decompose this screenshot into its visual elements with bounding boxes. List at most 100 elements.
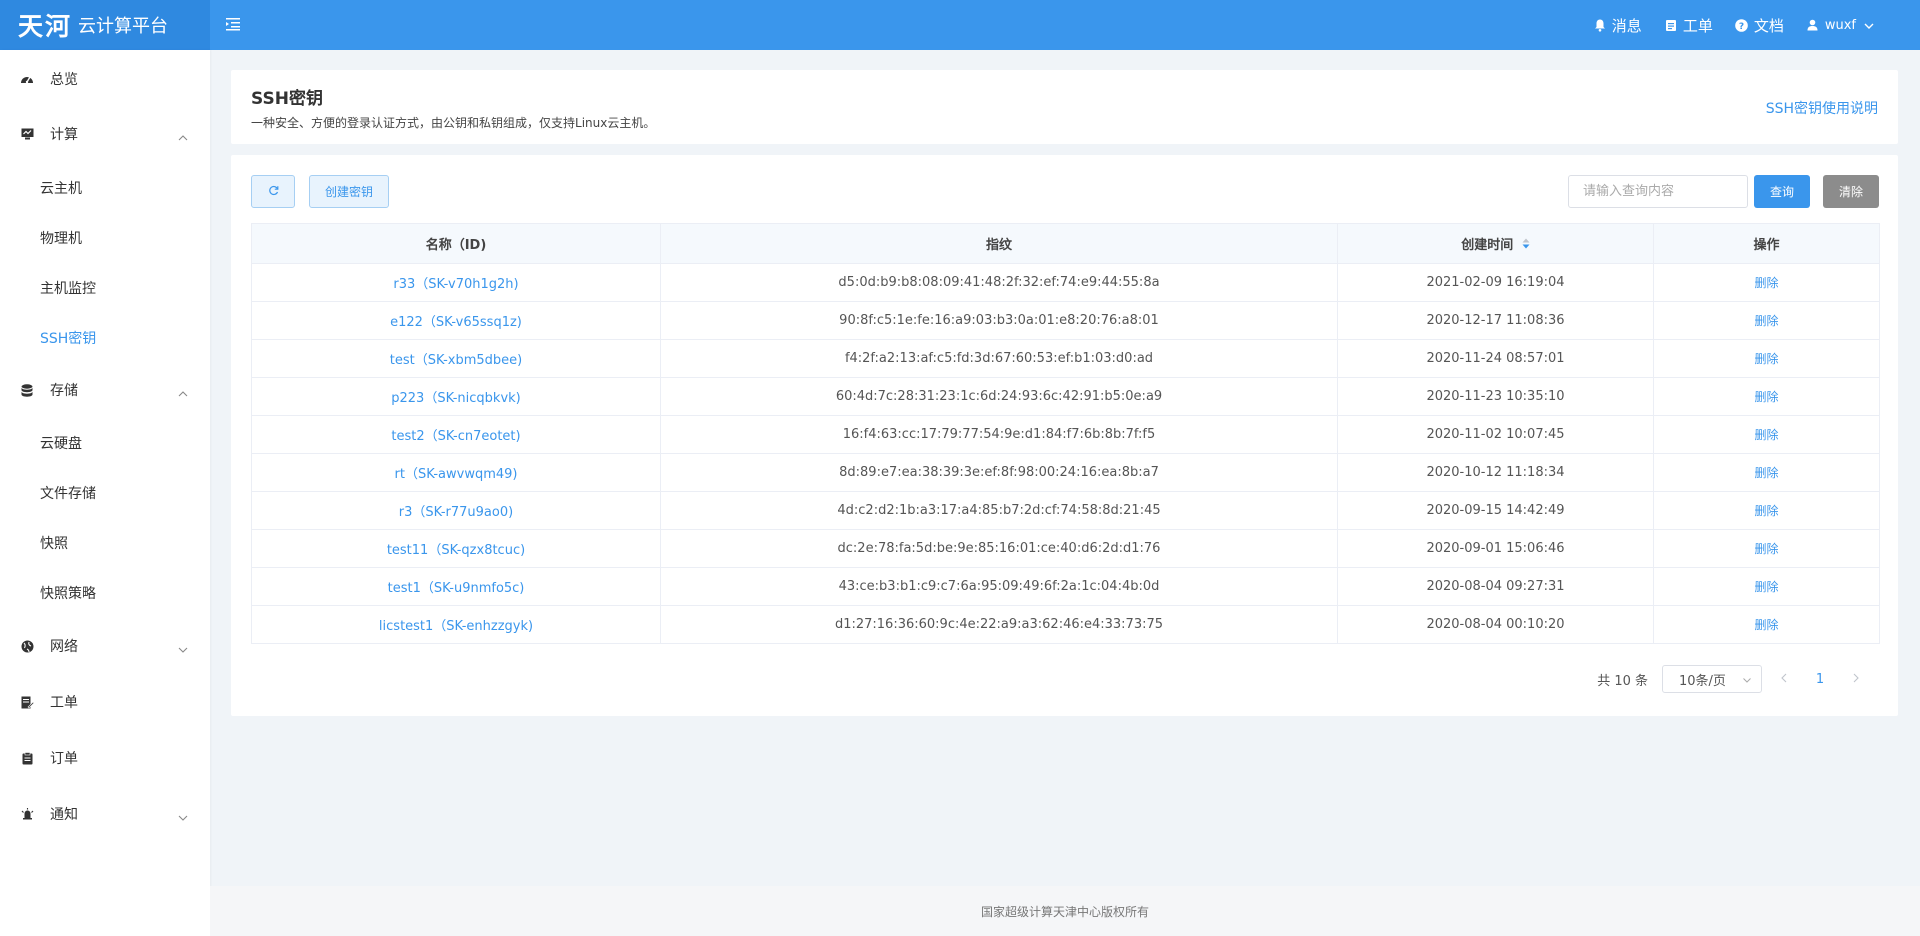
logo-mark: 天河 xyxy=(18,12,73,41)
alarm-icon xyxy=(20,807,34,821)
sidebar-label: 计算 xyxy=(50,127,78,143)
sidebar-item-network[interactable]: 网络 xyxy=(0,626,210,666)
query-button[interactable]: 查询 xyxy=(1754,175,1810,208)
tickets-label: 工单 xyxy=(1682,16,1713,35)
docs-label: 文档 xyxy=(1753,16,1784,35)
key-name-link[interactable]: r33（SK-v70h1g2h) xyxy=(251,263,661,302)
key-created-time: 2020-10-12 11:18:34 xyxy=(1337,453,1654,492)
clear-button[interactable]: 清除 xyxy=(1823,175,1879,208)
chevron-down-icon xyxy=(178,809,188,821)
key-name-link[interactable]: r3（SK-r77u9ao0) xyxy=(251,491,661,530)
sidebar-item-file-storage[interactable]: 文件存储 xyxy=(0,473,210,513)
key-name-link[interactable]: rt（SK-awvwqm49) xyxy=(251,453,661,492)
page-size-select[interactable]: 10条/页 xyxy=(1662,665,1762,693)
table-row: test2（SK-cn7eotet) 16:f4:63:cc:17:79:77:5… xyxy=(251,415,1880,454)
user-menu[interactable]: wuxf xyxy=(1806,18,1874,33)
docs-link[interactable]: ? 文档 xyxy=(1735,15,1784,36)
key-created-time: 2020-11-24 08:57:01 xyxy=(1337,339,1654,378)
delete-key-button[interactable]: 删除 xyxy=(1754,428,1778,442)
key-created-time: 2020-11-23 10:35:10 xyxy=(1337,377,1654,416)
key-fingerprint: 8d:89:e7:ea:38:39:3e:ef:8f:98:00:24:16:e… xyxy=(660,453,1338,492)
refresh-button[interactable] xyxy=(251,175,295,208)
svg-text:?: ? xyxy=(1739,22,1744,32)
page-title: SSH密钥 xyxy=(251,89,323,109)
sidebar: 总览 计算 云主机 物理机 主机监控 SSH密钥 存储 云硬盘 文件存储 快照 … xyxy=(0,50,210,936)
key-name-link[interactable]: p223（SK-nicqbkvk) xyxy=(251,377,661,416)
sidebar-item-volumes[interactable]: 云硬盘 xyxy=(0,423,210,463)
header-right: 消息 工单 ? 文档 wuxf xyxy=(1571,0,1874,50)
sidebar-label: 通知 xyxy=(50,807,78,823)
delete-key-button[interactable]: 删除 xyxy=(1754,314,1778,328)
key-fingerprint: d5:0d:b9:b8:08:09:41:48:2f:32:ef:74:e9:4… xyxy=(660,263,1338,302)
sidebar-item-compute[interactable]: 计算 xyxy=(0,114,210,154)
prev-page-button[interactable] xyxy=(1770,665,1798,693)
key-name-link[interactable]: licstest1（SK-enhzzgyk) xyxy=(251,605,661,644)
sidebar-item-ssh-keys[interactable]: SSH密钥 xyxy=(0,318,210,358)
delete-key-button[interactable]: 删除 xyxy=(1754,504,1778,518)
key-actions-cell: 删除 xyxy=(1653,301,1880,340)
column-header-created[interactable]: 创建时间 xyxy=(1337,223,1654,264)
key-name-link[interactable]: test11（SK-qzx8tcuc) xyxy=(251,529,661,568)
dashboard-icon xyxy=(20,72,34,86)
sidebar-label: 工单 xyxy=(50,695,78,711)
chevron-down-icon xyxy=(1864,18,1874,33)
create-key-button[interactable]: 创建密钥 xyxy=(309,175,389,208)
delete-key-button[interactable]: 删除 xyxy=(1754,390,1778,404)
next-page-button[interactable] xyxy=(1842,665,1870,693)
key-name-link[interactable]: test1（SK-u9nmfo5c) xyxy=(251,567,661,606)
key-name-link[interactable]: test2（SK-cn7eotet) xyxy=(251,415,661,454)
key-created-time: 2020-09-01 15:06:46 xyxy=(1337,529,1654,568)
sidebar-label: 总览 xyxy=(50,72,78,88)
sidebar-label: 订单 xyxy=(50,751,78,767)
footer: 国家超级计算天津中心版权所有 xyxy=(210,886,1920,936)
key-created-time: 2020-08-04 00:10:20 xyxy=(1337,605,1654,644)
clipboard-icon xyxy=(20,751,34,765)
sidebar-item-snapshot-policy[interactable]: 快照策略 xyxy=(0,573,210,613)
table-row: e122（SK-v65ssq1z) 90:8f:c5:1e:fe:16:a9:03… xyxy=(251,301,1880,340)
ticket-icon xyxy=(1664,18,1678,32)
help-icon: ? xyxy=(1735,18,1749,32)
column-header-actions: 操作 xyxy=(1653,223,1880,264)
ssh-help-link[interactable]: SSH密钥使用说明 xyxy=(1766,98,1878,118)
key-name-link[interactable]: e122（SK-v65ssq1z) xyxy=(251,301,661,340)
tickets-link[interactable]: 工单 xyxy=(1664,15,1713,36)
key-actions-cell: 删除 xyxy=(1653,605,1880,644)
messages-link[interactable]: 消息 xyxy=(1593,15,1642,36)
key-created-time: 2020-11-02 10:07:45 xyxy=(1337,415,1654,454)
logo[interactable]: 天河 云计算平台 xyxy=(0,0,210,50)
table-header-row: 名称（ID) 指纹 创建时间 操作 xyxy=(251,223,1880,264)
sidebar-item-bare-metal[interactable]: 物理机 xyxy=(0,218,210,258)
delete-key-button[interactable]: 删除 xyxy=(1754,276,1778,290)
table-row: p223（SK-nicqbkvk) 60:4d:7c:28:31:23:1c:6d… xyxy=(251,377,1880,416)
page-number[interactable]: 1 xyxy=(1806,665,1834,693)
key-actions-cell: 删除 xyxy=(1653,529,1880,568)
sidebar-label: 网络 xyxy=(50,639,78,655)
page-size-value: 10条/页 xyxy=(1679,673,1726,689)
ssh-key-table: 名称（ID) 指纹 创建时间 操作 r33（SK-v70h1g2h) d5:0d:… xyxy=(251,223,1880,644)
pagination-total: 共 10 条 xyxy=(1597,673,1648,689)
sidebar-item-snapshots[interactable]: 快照 xyxy=(0,523,210,563)
delete-key-button[interactable]: 删除 xyxy=(1754,618,1778,632)
search-input[interactable] xyxy=(1568,175,1748,208)
delete-key-button[interactable]: 删除 xyxy=(1754,542,1778,556)
sidebar-item-notifications[interactable]: 通知 xyxy=(0,794,210,834)
key-name-link[interactable]: test（SK-xbm5dbee) xyxy=(251,339,661,378)
messages-label: 消息 xyxy=(1611,16,1642,35)
delete-key-button[interactable]: 删除 xyxy=(1754,466,1778,480)
sidebar-item-overview[interactable]: 总览 xyxy=(0,59,210,99)
key-fingerprint: 4d:c2:d2:1b:a3:17:a4:85:b7:2d:cf:74:58:8… xyxy=(660,491,1338,530)
sort-icon[interactable] xyxy=(1522,238,1530,253)
menu-toggle-icon[interactable] xyxy=(226,17,244,33)
key-fingerprint: 16:f4:63:cc:17:79:77:54:9e:d1:84:f7:6b:8… xyxy=(660,415,1338,454)
delete-key-button[interactable]: 删除 xyxy=(1754,352,1778,366)
key-fingerprint: 60:4d:7c:28:31:23:1c:6d:24:93:6c:42:91:b… xyxy=(660,377,1338,416)
sidebar-item-instances[interactable]: 云主机 xyxy=(0,168,210,208)
sidebar-item-storage[interactable]: 存储 xyxy=(0,370,210,410)
table-row: r3（SK-r77u9ao0) 4d:c2:d2:1b:a3:17:a4:85:b… xyxy=(251,491,1880,530)
bell-icon xyxy=(1593,18,1607,32)
delete-key-button[interactable]: 删除 xyxy=(1754,580,1778,594)
key-fingerprint: 90:8f:c5:1e:fe:16:a9:03:b3:0a:01:e8:20:7… xyxy=(660,301,1338,340)
sidebar-item-host-monitor[interactable]: 主机监控 xyxy=(0,268,210,308)
sidebar-item-tickets[interactable]: 工单 xyxy=(0,682,210,722)
sidebar-item-orders[interactable]: 订单 xyxy=(0,738,210,778)
